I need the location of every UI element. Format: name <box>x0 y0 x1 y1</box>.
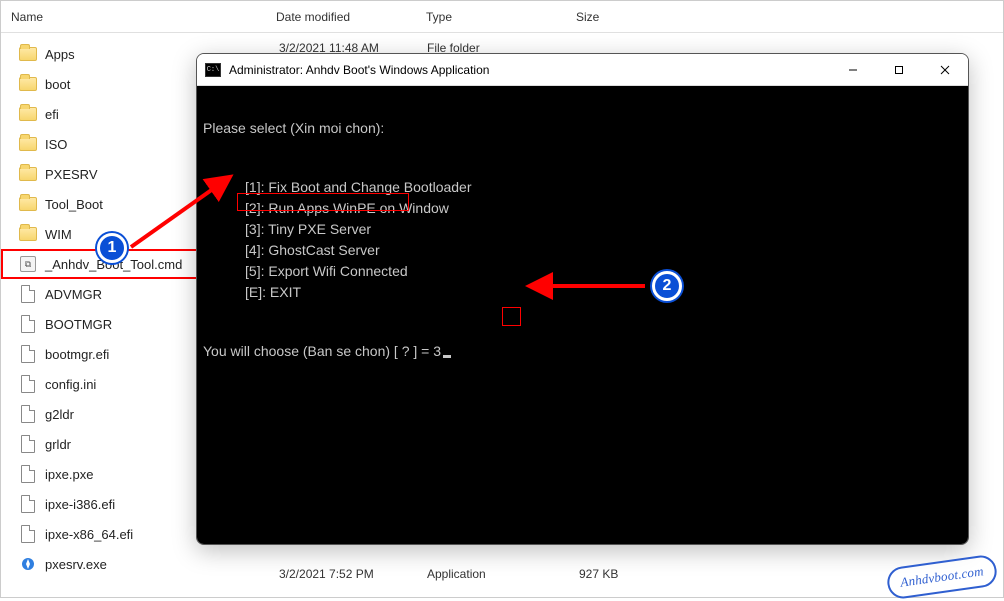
annotation-marker-2: 2 <box>652 271 682 301</box>
annotation-arrow-2 <box>1 1 1004 599</box>
annotation-marker-1: 1 <box>97 233 127 263</box>
